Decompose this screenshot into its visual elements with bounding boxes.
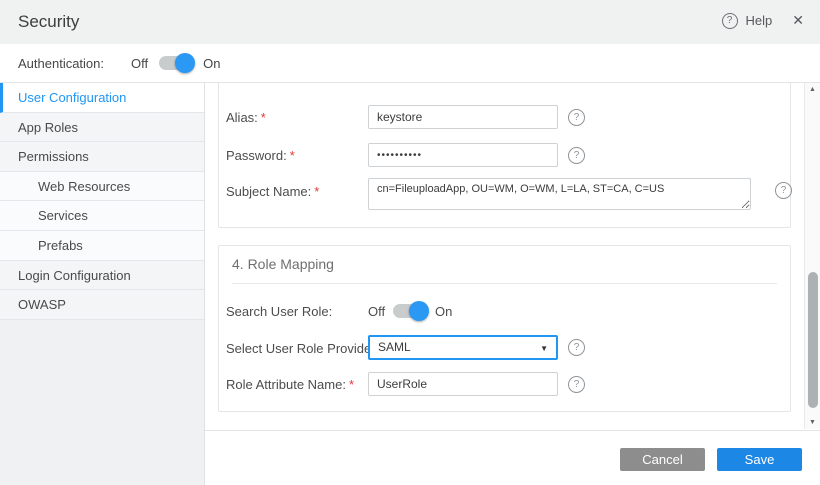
close-icon[interactable]: ✕: [790, 12, 806, 29]
user-role-provider-select[interactable]: SAML ▼: [368, 335, 558, 360]
alias-label: Alias:*: [226, 110, 266, 125]
main-content: Alias:* ? Password:* ? Subject Name:* cn…: [205, 83, 820, 429]
section-divider: [232, 283, 777, 284]
role-attribute-label: Role Attribute Name:*: [226, 377, 354, 392]
help-link[interactable]: Help: [746, 13, 773, 28]
provider-selected-value: SAML: [378, 340, 411, 354]
search-user-role-on-label: On: [435, 304, 452, 319]
sidebar: User Configuration App Roles Permissions…: [0, 83, 205, 485]
required-asterisk: *: [290, 148, 295, 163]
role-mapping-title: 4. Role Mapping: [232, 256, 334, 272]
password-input[interactable]: [368, 143, 558, 167]
required-asterisk: *: [314, 184, 319, 199]
required-asterisk: *: [261, 110, 266, 125]
provider-label: Select User Role Provider:: [226, 341, 379, 356]
security-dialog: Security ? Help ✕ Authentication: Off On…: [0, 0, 820, 485]
alias-input[interactable]: [368, 105, 558, 129]
toggle-knob-icon: [409, 301, 429, 321]
scroll-up-icon[interactable]: ▲: [805, 86, 820, 93]
keystore-panel: Alias:* ? Password:* ? Subject Name:* cn…: [218, 83, 791, 228]
page-title: Security: [18, 12, 79, 32]
sidebar-item-user-configuration[interactable]: User Configuration: [0, 83, 204, 113]
dialog-header: Security ? Help ✕: [0, 0, 820, 44]
password-label: Password:*: [226, 148, 295, 163]
search-user-role-off-label: Off: [368, 304, 385, 319]
authentication-label: Authentication:: [18, 56, 104, 71]
help-icon[interactable]: ?: [722, 13, 738, 29]
subject-name-label: Subject Name:*: [226, 184, 319, 199]
subject-name-textarea[interactable]: cn=FileuploadApp, OU=WM, O=WM, L=LA, ST=…: [368, 178, 751, 210]
scroll-down-icon[interactable]: ▼: [805, 419, 820, 426]
role-mapping-panel: 4. Role Mapping Search User Role: Off On…: [218, 245, 791, 412]
role-attribute-help-icon[interactable]: ?: [568, 376, 585, 393]
authentication-toggle[interactable]: [159, 56, 192, 70]
authentication-row: Authentication: Off On: [0, 44, 820, 83]
subject-name-help-icon[interactable]: ?: [775, 182, 792, 199]
sidebar-item-app-roles[interactable]: App Roles: [0, 113, 204, 143]
scrollbar-thumb[interactable]: [808, 272, 818, 408]
sidebar-item-prefabs[interactable]: Prefabs: [0, 231, 204, 261]
sidebar-item-services[interactable]: Services: [0, 201, 204, 231]
sidebar-item-login-configuration[interactable]: Login Configuration: [0, 261, 204, 291]
authentication-off-label: Off: [131, 56, 148, 71]
save-button[interactable]: Save: [717, 448, 802, 471]
sidebar-item-web-resources[interactable]: Web Resources: [0, 172, 204, 202]
required-asterisk: *: [349, 377, 354, 392]
authentication-on-label: On: [203, 56, 220, 71]
alias-help-icon[interactable]: ?: [568, 109, 585, 126]
sidebar-item-permissions[interactable]: Permissions: [0, 142, 204, 172]
role-attribute-input[interactable]: [368, 372, 558, 396]
provider-help-icon[interactable]: ?: [568, 339, 585, 356]
vertical-scrollbar[interactable]: ▲ ▼: [804, 83, 820, 429]
chevron-down-icon: ▼: [540, 338, 548, 359]
sidebar-item-owasp[interactable]: OWASP: [0, 290, 204, 320]
password-help-icon[interactable]: ?: [568, 147, 585, 164]
cancel-button[interactable]: Cancel: [620, 448, 705, 471]
search-user-role-label: Search User Role:: [226, 304, 332, 319]
footer-divider: [205, 430, 820, 431]
header-actions: ? Help ✕: [722, 12, 806, 29]
toggle-knob-icon: [175, 53, 195, 73]
search-user-role-toggle[interactable]: [393, 304, 426, 318]
